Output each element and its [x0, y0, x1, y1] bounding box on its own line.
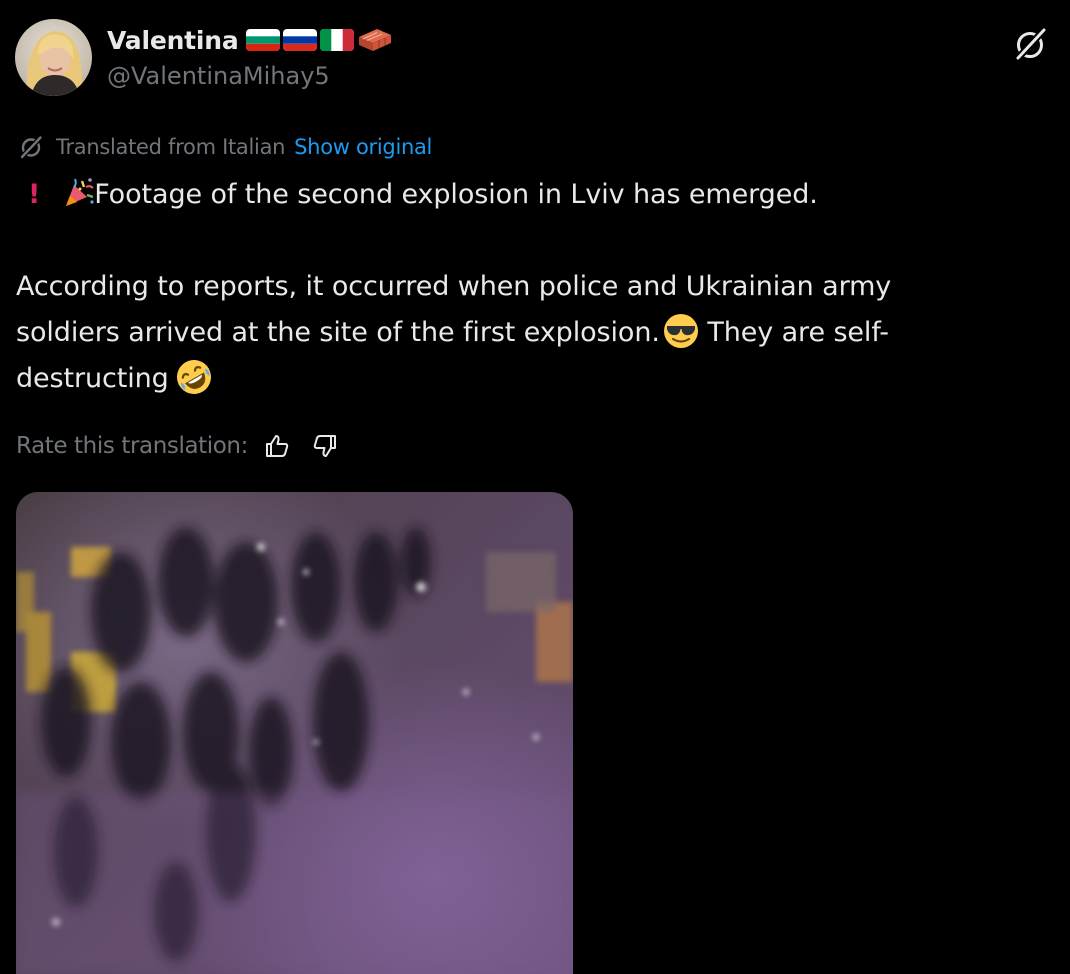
- tweet-line-3b-text: They are self-: [698, 317, 889, 348]
- grok-icon[interactable]: [1010, 24, 1050, 64]
- avatar-photo: [15, 19, 92, 96]
- display-name[interactable]: Valentina: [107, 26, 239, 55]
- tweet-line-3a-text: soldiers arrived at the site of the firs…: [16, 317, 660, 348]
- thumbs-up-icon[interactable]: [264, 433, 290, 459]
- tweet-line-4-text: destructing: [16, 363, 169, 394]
- name-emojis: [245, 27, 393, 53]
- party-popper-icon: [66, 178, 94, 206]
- thumbs-down-icon[interactable]: [312, 433, 338, 459]
- rate-translation-label: Rate this translation:: [16, 433, 248, 459]
- tweet-line-1-text: Footage of the second explosion in Lviv …: [94, 179, 818, 210]
- show-original-link[interactable]: Show original: [294, 135, 432, 159]
- tweet-line-1: ! Footage of the second explosion in Lvi…: [16, 172, 1056, 218]
- video-media[interactable]: [16, 492, 573, 974]
- italy-flag-icon: [319, 29, 354, 51]
- tweet-line-3: soldiers arrived at the site of the firs…: [16, 310, 1056, 356]
- tweet-text: ! Footage of the second explosion in Lvi…: [16, 172, 1056, 402]
- tweet-blank-line: [16, 218, 1056, 264]
- author-handle[interactable]: @ValentinaMihay5: [107, 62, 330, 90]
- russia-flag-icon: [282, 29, 317, 51]
- avatar[interactable]: [15, 19, 92, 96]
- bulgaria-flag-icon: [245, 29, 280, 51]
- sunglasses-emoji-icon: [663, 314, 698, 348]
- tweet-line-4: destructing: [16, 356, 1056, 402]
- translate-grok-icon: [20, 136, 42, 159]
- video-thumbnail-image: [16, 492, 573, 974]
- translated-from-label: Translated from Italian: [56, 135, 286, 159]
- tweet-line-2: According to reports, it occurred when p…: [16, 271, 892, 302]
- brick-icon: [358, 29, 391, 51]
- exclamation-icon: !: [28, 179, 41, 210]
- rolling-laughing-emoji-icon: [176, 360, 211, 394]
